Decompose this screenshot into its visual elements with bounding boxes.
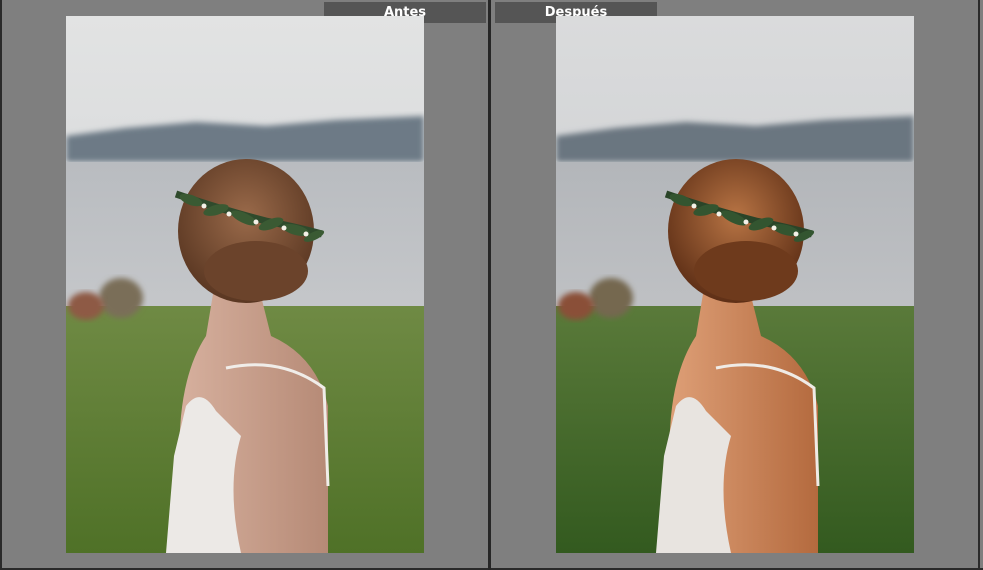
before-after-viewer: Antes Después: [0, 0, 983, 570]
after-pane: Después: [491, 0, 978, 568]
frame-border-right: [978, 0, 980, 570]
before-pane: Antes: [2, 0, 488, 568]
before-photo[interactable]: [66, 16, 424, 553]
after-photo[interactable]: [556, 16, 914, 553]
